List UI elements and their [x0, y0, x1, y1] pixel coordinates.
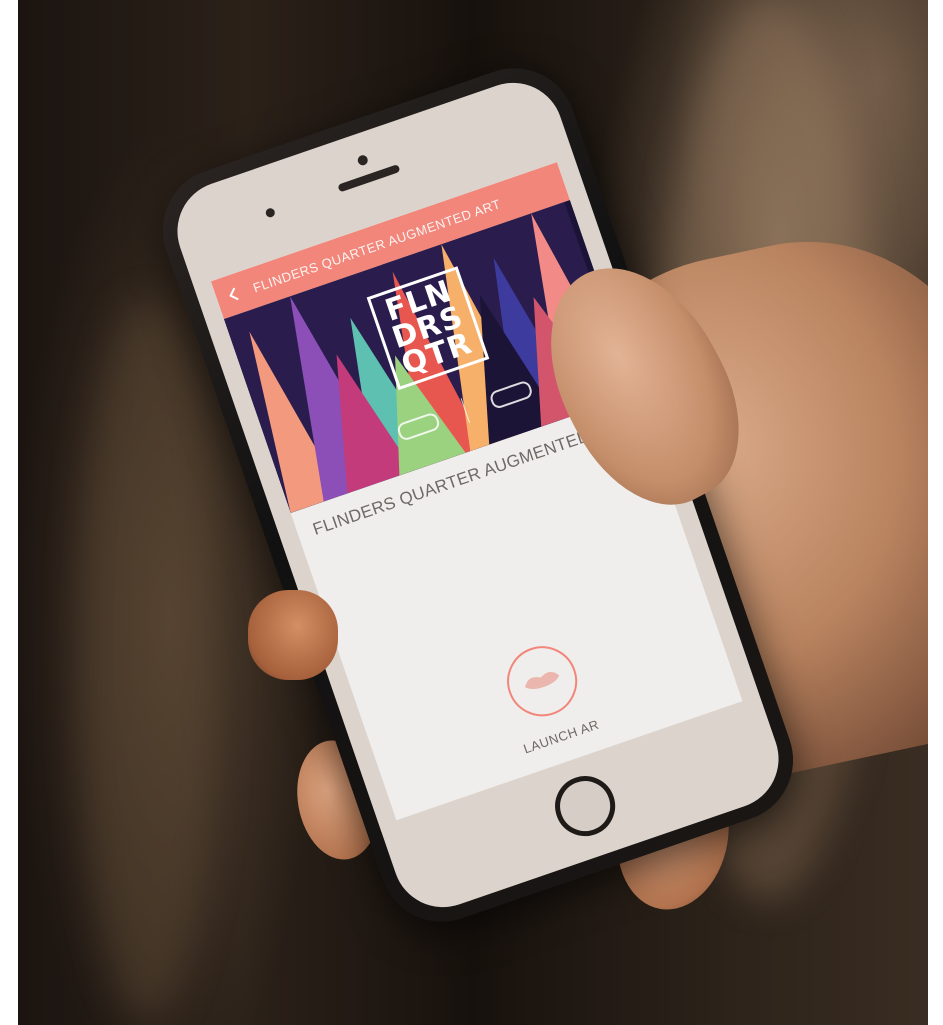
sensor-icon — [264, 207, 277, 219]
home-button[interactable] — [546, 767, 624, 845]
earpiece — [337, 164, 401, 193]
launch-ar-section: LAUNCH AR — [358, 589, 737, 804]
photo-background: FLINDERS QUARTER AUGMENTED ART FLN DRS Q… — [18, 0, 928, 1025]
curtain-highlight — [78, 300, 218, 1020]
lips-icon — [525, 671, 560, 690]
launch-ar-button[interactable] — [497, 636, 587, 726]
launch-ar-label[interactable]: LAUNCH AR — [521, 717, 601, 757]
back-arrow-icon[interactable] — [224, 284, 244, 304]
front-camera-icon — [356, 153, 370, 167]
finger — [248, 590, 338, 680]
divider — [460, 398, 470, 424]
